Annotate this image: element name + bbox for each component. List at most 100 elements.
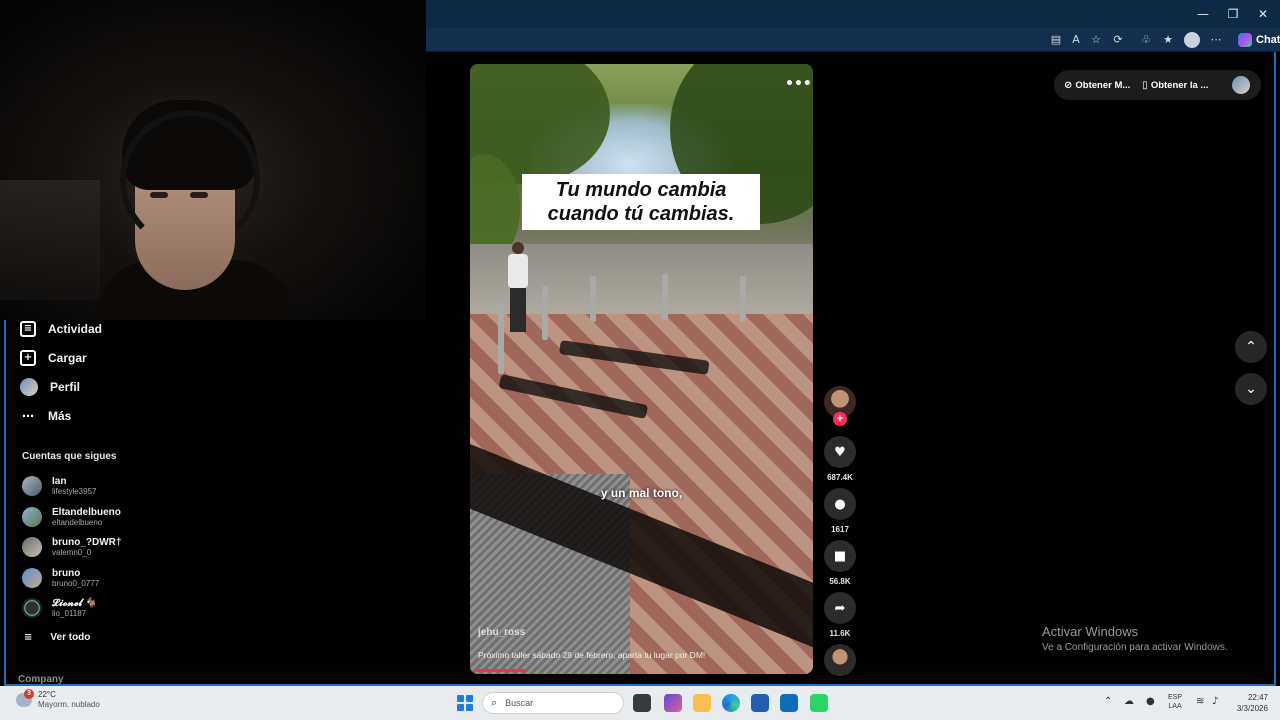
like-count: 687.4K [827, 473, 853, 482]
comment-button[interactable]: ● [824, 488, 856, 520]
input-language[interactable]: ESP LAA [1168, 693, 1182, 711]
get-app-label: Obtener la ... [1150, 79, 1209, 91]
teams-icon[interactable] [664, 694, 682, 712]
microsoft-store-icon[interactable] [751, 694, 769, 712]
wifi-icon[interactable]: ≋ [1196, 696, 1204, 707]
share-count: 11.6K [829, 629, 851, 638]
sidebar-item-label: Actividad [48, 322, 103, 336]
like-button[interactable]: ♥ [824, 436, 856, 468]
avatar [22, 537, 42, 557]
app-icon[interactable] [810, 694, 828, 712]
see-all-button[interactable]: ≡ Ver todo [24, 632, 90, 643]
following-item[interactable]: Ian lifestyle3957 [22, 473, 96, 499]
keyboard-layout: LAA [1168, 703, 1182, 710]
settings-more-icon[interactable]: ⋯ [1208, 32, 1224, 48]
tray-overflow-icon[interactable]: ⌃ [1104, 696, 1112, 707]
chevron-down-icon: ⌄ [1245, 381, 1257, 397]
share-arrow-icon: ➦ [834, 600, 846, 616]
favorites-icon[interactable]: ★ [1160, 32, 1176, 48]
follow-plus-icon[interactable]: + [833, 412, 847, 426]
video-author[interactable]: jehu_ross [478, 627, 525, 638]
clock-date: 3/3/2026 [1236, 704, 1268, 713]
weather-condition: Mayorm. nublado [38, 700, 100, 709]
cloud-sync-icon[interactable]: ☁ [1124, 696, 1134, 707]
list-icon: ≡ [24, 632, 33, 643]
get-app-button[interactable]: ▯ Obtener la ... [1142, 80, 1208, 91]
share-button[interactable]: ➦ [824, 592, 856, 624]
avatar [22, 507, 42, 527]
next-video-button[interactable]: ⌄ [1235, 373, 1267, 405]
outlook-icon[interactable] [780, 694, 798, 712]
following-name: bruno_?DWR† [52, 536, 122, 548]
following-item[interactable]: Eltandelbueno eltandelbueno [22, 504, 121, 530]
search-placeholder: Buscar [505, 698, 534, 708]
following-item[interactable]: bruno_?DWR† valemn0_0 [22, 534, 121, 560]
video-more-icon[interactable]: ••• [785, 76, 812, 92]
edge-browser-icon[interactable] [722, 694, 740, 712]
user-avatar[interactable] [1232, 76, 1250, 94]
browser-essentials-icon[interactable]: ♧ [1138, 32, 1154, 48]
clock-time: 22:47 [1247, 693, 1268, 702]
chat-label: Chat [1256, 34, 1280, 46]
video-pedestrian [506, 242, 530, 332]
sidebar-item-label: Cargar [48, 351, 87, 365]
sidebar-item-mas[interactable]: ⋯ Más [20, 405, 71, 427]
video-progress-bar[interactable] [476, 669, 526, 672]
close-button[interactable]: ✕ [1248, 4, 1278, 24]
sidebar-item-label: Perfil [50, 380, 81, 394]
task-view-icon[interactable] [633, 694, 651, 712]
taskbar-search[interactable]: ⌕ Buscar [482, 692, 624, 714]
microphone-icon[interactable]: ● [1146, 696, 1155, 707]
following-item[interactable]: 𝓛𝓲𝓸𝓷𝓮𝓵 🐐 lio_01187 [22, 595, 98, 621]
save-count: 56.8K [829, 577, 851, 586]
notification-badge: 3 [24, 689, 34, 699]
copilot-chat-button[interactable]: Chat [1232, 31, 1280, 49]
reader-view-icon[interactable]: ▤ [1048, 32, 1064, 48]
minimize-button[interactable]: — [1188, 4, 1218, 24]
sidebar-item-label: Más [48, 409, 72, 423]
sidebar-item-actividad[interactable]: ≡ Actividad [20, 318, 102, 340]
profile-icon[interactable] [1184, 32, 1200, 48]
chevron-up-icon: ⌃ [1245, 339, 1257, 355]
file-explorer-icon[interactable] [693, 694, 711, 712]
see-all-label: Ver todo [50, 632, 91, 643]
get-coins-button[interactable]: ⊘ Obtener M... [1064, 80, 1130, 91]
company-link[interactable]: Company [18, 674, 64, 685]
upload-icon: + [20, 350, 36, 366]
windows-activation-watermark: Activar Windows Ve a Configuración para … [1042, 624, 1228, 653]
following-username: eltandelbueno [52, 517, 103, 527]
more-icon: ⋯ [22, 409, 34, 423]
following-section-title: Cuentas que sigues [22, 451, 117, 462]
video-player[interactable]: Tu mundo cambia cuando tú cambias. y un … [470, 64, 813, 674]
activation-title: Activar Windows [1042, 624, 1139, 639]
background-shelf [0, 180, 100, 300]
comment-icon: ● [834, 496, 846, 512]
following-item[interactable]: bruno bruno0_0777 [22, 565, 99, 591]
clock[interactable]: 22:47 3/3/2026 [1228, 692, 1268, 714]
sidebar-item-cargar[interactable]: + Cargar [20, 347, 87, 369]
windows-taskbar: 3 22°C Mayorm. nublado ⌕ Buscar ⌃ ☁ ● ES… [0, 686, 1280, 720]
following-username: lio_01187 [52, 608, 87, 618]
previous-video-button[interactable]: ⌃ [1235, 331, 1267, 363]
profile-avatar [20, 378, 38, 396]
favorite-star-icon[interactable]: ☆ [1088, 32, 1104, 48]
restore-button[interactable]: ❐ [1218, 4, 1248, 24]
coin-icon: ⊘ [1064, 79, 1073, 91]
cloud-icon: 3 [16, 689, 34, 707]
volume-icon[interactable]: ♪ [1212, 696, 1218, 707]
following-username: bruno0_0777 [52, 578, 100, 588]
search-icon: ⌕ [491, 696, 498, 709]
weather-widget[interactable]: 3 22°C Mayorm. nublado [16, 689, 100, 710]
avatar [22, 598, 42, 618]
following-username: valemn0_0 [52, 547, 92, 557]
save-button[interactable]: ■ [824, 540, 856, 572]
sidebar-item-perfil[interactable]: Perfil [20, 376, 80, 398]
translate-icon[interactable]: A [1068, 32, 1084, 48]
bookmark-icon: ■ [833, 548, 847, 564]
extensions-icon[interactable]: ⟳ [1110, 32, 1126, 48]
music-disc-icon[interactable] [824, 644, 856, 676]
video-bollard [740, 276, 746, 322]
video-bollard [662, 274, 668, 320]
start-button[interactable] [457, 695, 473, 711]
comment-count: 1617 [831, 525, 849, 534]
